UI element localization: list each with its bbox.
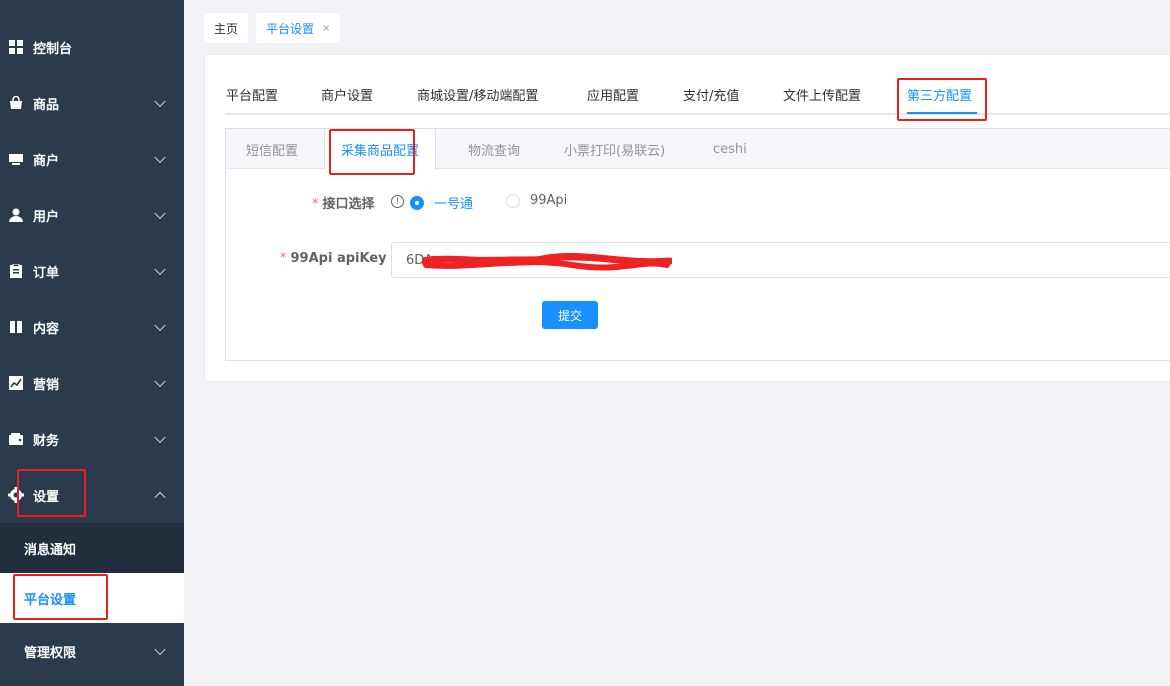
submenu-item-notifications[interactable]: 消息通知 — [0, 523, 184, 573]
settings-card: 平台配置 商户设置 商城设置/移动端配置 应用配置 支付/充值 文件上传配置 第… — [204, 54, 1170, 382]
apikey-label: * 99Api apiKey — [280, 251, 387, 266]
active-tab-indicator — [907, 112, 977, 114]
chevron-down-icon — [154, 643, 166, 656]
chevron-down-icon — [154, 263, 166, 276]
subtab-logistics-query[interactable]: 物流查询 — [468, 129, 520, 169]
radio-unchecked-icon — [506, 193, 520, 208]
shopping-bag-icon — [8, 95, 24, 111]
info-icon[interactable]: ! — [391, 195, 404, 208]
submit-button[interactable]: 提交 — [542, 301, 598, 329]
sidebar-item-label: 内容 — [33, 321, 60, 337]
subtab-panel: 短信配置 采集商品配置 物流查询 小票打印(易联云) ceshi * 接口选择 !… — [225, 128, 1170, 361]
subtab-sms-config[interactable]: 短信配置 — [246, 129, 298, 169]
sidebar-item-orders[interactable]: 订单 — [0, 243, 184, 299]
chart-icon — [8, 375, 24, 391]
sidebar-item-label: 用户 — [33, 209, 60, 225]
tag-platform-settings[interactable]: 平台设置 × — [256, 13, 341, 43]
tag-bar: 主页 平台设置 × — [184, 0, 1170, 52]
sidebar-item-label: 商品 — [33, 97, 60, 113]
redaction-scribble — [422, 253, 672, 271]
wallet-icon — [8, 431, 24, 447]
sidebar-item-content[interactable]: 内容 — [0, 299, 184, 355]
clipboard-icon — [8, 263, 24, 279]
sidebar-item-products[interactable]: 商品 — [0, 75, 184, 131]
user-icon — [8, 207, 24, 223]
gear-icon — [8, 487, 24, 503]
chevron-up-icon — [154, 491, 166, 504]
close-icon[interactable]: × — [322, 23, 330, 34]
sidebar-item-merchants[interactable]: 商户 — [0, 131, 184, 187]
chevron-down-icon — [154, 207, 166, 220]
book-icon — [8, 319, 24, 335]
interface-select-label: * 接口选择 — [312, 197, 375, 212]
sidebar-item-settings[interactable]: 设置 — [0, 467, 184, 523]
sidebar-item-label: 控制台 — [33, 41, 73, 57]
sidebar-item-finance[interactable]: 财务 — [0, 411, 184, 467]
tab-merchant-settings[interactable]: 商户设置 — [321, 85, 373, 104]
tab-third-party-config[interactable]: 第三方配置 — [907, 85, 972, 104]
submenu-item-platform-settings[interactable]: 平台设置 — [0, 573, 184, 623]
radio-option-yihaotong[interactable]: 一号通 — [410, 193, 473, 212]
chevron-down-icon — [154, 95, 166, 108]
sidebar-item-label: 营销 — [33, 377, 60, 393]
sidebar-item-users[interactable]: 用户 — [0, 187, 184, 243]
dashboard-icon — [8, 39, 24, 55]
sidebar-item-permissions[interactable]: 管理权限 — [0, 623, 184, 679]
sidebar-item-label: 订单 — [33, 265, 60, 281]
sidebar-item-label: 商户 — [33, 153, 60, 169]
tab-file-upload-config[interactable]: 文件上传配置 — [783, 85, 861, 104]
subtab-receipt-printing[interactable]: 小票打印(易联云) — [564, 129, 665, 169]
tab-platform-config[interactable]: 平台配置 — [226, 85, 278, 104]
sidebar-item-label: 财务 — [33, 433, 60, 449]
sidebar: 控制台 商品 商户 用户 订单 内容 营销 财务 设置 消息通知 平台设置 管理… — [0, 0, 184, 686]
tab-app-config[interactable]: 应用配置 — [587, 85, 639, 104]
subtab-ceshi[interactable]: ceshi — [713, 129, 747, 169]
radio-checked-icon — [410, 195, 424, 210]
chevron-down-icon — [154, 375, 166, 388]
radio-option-99api[interactable]: 99Api — [506, 193, 567, 208]
sidebar-item-label: 设置 — [33, 489, 60, 505]
chevron-down-icon — [154, 319, 166, 332]
tab-payment-recharge[interactable]: 支付/充值 — [683, 85, 739, 104]
store-icon — [8, 151, 24, 167]
chevron-down-icon — [154, 431, 166, 444]
settings-tabs: 平台配置 商户设置 商城设置/移动端配置 应用配置 支付/充值 文件上传配置 第… — [225, 55, 1170, 115]
subtab-bar: 短信配置 采集商品配置 物流查询 小票打印(易联云) ceshi — [226, 129, 1170, 170]
chevron-down-icon — [154, 151, 166, 164]
tab-mall-mobile-config[interactable]: 商城设置/移动端配置 — [417, 85, 538, 104]
subtab-product-collect-config[interactable]: 采集商品配置 — [324, 129, 437, 170]
sidebar-item-marketing[interactable]: 营销 — [0, 355, 184, 411]
apikey-input[interactable]: 6DA — [391, 242, 1170, 278]
sidebar-item-dashboard[interactable]: 控制台 — [0, 19, 184, 75]
tag-home[interactable]: 主页 — [204, 13, 249, 43]
